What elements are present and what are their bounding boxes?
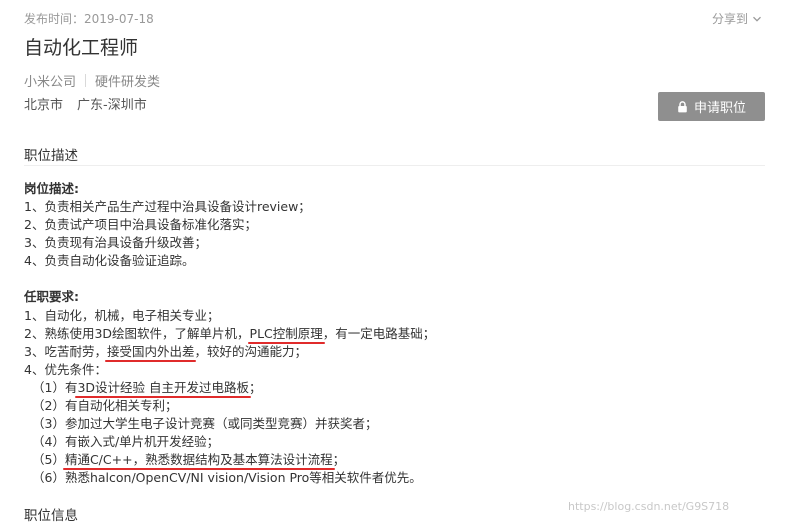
preference-item: （6）熟悉halcon/OpenCV/NI vision/Vision Pro等… [32, 470, 422, 486]
requirement-item: 2、熟练使用3D绘图软件，了解单片机，PLC控制原理，有一定电路基础； [24, 325, 764, 343]
text-segment: 3、吃苦耐劳， [24, 343, 107, 359]
lock-icon [678, 100, 687, 112]
watermark: https://blog.csdn.net/G9S718 [568, 500, 730, 513]
location-item: 北京市 [24, 98, 64, 113]
preference-item: （1）有3D设计经验 自主开发过电路板； [24, 379, 764, 397]
highlighted-text: PLC控制原理 [249, 325, 323, 341]
requirements-title: 任职要求: [24, 289, 79, 305]
locations: 北京市 广东-深圳市 [24, 94, 147, 113]
preference-item: （3）参加过大学生电子设计竞赛（或同类型竞赛）并获奖者； [32, 416, 378, 432]
text-segment: ； [249, 379, 262, 395]
share-button[interactable]: 分享到 [712, 10, 762, 27]
text-segment: （1）有 [32, 379, 78, 395]
highlighted-text: 3D设计经验 自主开发过电路板 [77, 379, 250, 395]
meta-divider [85, 74, 87, 87]
duty-item: 2、负责试产项目中治具设备标准化落实； [24, 217, 257, 233]
duty-item: 1、负责相关产品生产过程中治具设备设计review； [24, 199, 311, 215]
requirement-item: 1、自动化，机械，电子相关专业； [24, 307, 220, 323]
duty-item: 4、负责自动化设备验证追踪。 [24, 253, 195, 269]
requirement-item: 4、优先条件： [24, 361, 107, 377]
requirement-item: 3、吃苦耐劳，接受国内外出差，较好的沟通能力； [24, 343, 764, 361]
duty-item: 3、负责现有治具设备升级改善； [24, 235, 207, 251]
text-segment: （5） [32, 452, 65, 468]
chevron-down-icon [753, 16, 761, 22]
text-segment: ，有一定电路基础； [322, 325, 436, 341]
publish-time: 发布时间：2019-07-18 [24, 12, 154, 26]
preference-item: （4）有嵌入式/单片机开发经验； [32, 434, 220, 450]
duties-title: 岗位描述: [24, 181, 79, 196]
company-meta: 小米公司 硬件研发类 [24, 71, 160, 90]
preference-item: （2）有自动化相关专利； [32, 398, 178, 414]
section-title-info: 职位信息 [24, 508, 78, 524]
apply-button[interactable]: 申请职位 [658, 92, 765, 121]
job-description: 岗位描述: 1、负责相关产品生产过程中治具设备设计review； 2、负责试产项… [24, 180, 764, 488]
highlighted-text: 接受国内外出差 [106, 343, 195, 359]
section-title-description: 职位描述 [24, 148, 78, 164]
share-label: 分享到 [712, 12, 749, 26]
company-name: 小米公司 [24, 75, 77, 90]
job-category: 硬件研发类 [95, 75, 161, 90]
section-divider [24, 165, 765, 166]
apply-label: 申请职位 [693, 101, 746, 116]
job-title: 自动化工程师 [24, 37, 139, 59]
text-segment: ； [332, 452, 346, 468]
preference-item: （5）精通C/C++，熟悉数据结构及基本算法设计流程； [24, 451, 764, 469]
text-segment: ，较好的沟通能力； [194, 343, 307, 359]
highlighted-text: 精通C/C++，熟悉数据结构及基本算法设计流程 [64, 452, 333, 468]
location-item: 广东-深圳市 [77, 98, 147, 113]
text-segment: 2、熟练使用3D绘图软件，了解单片机， [24, 325, 250, 341]
